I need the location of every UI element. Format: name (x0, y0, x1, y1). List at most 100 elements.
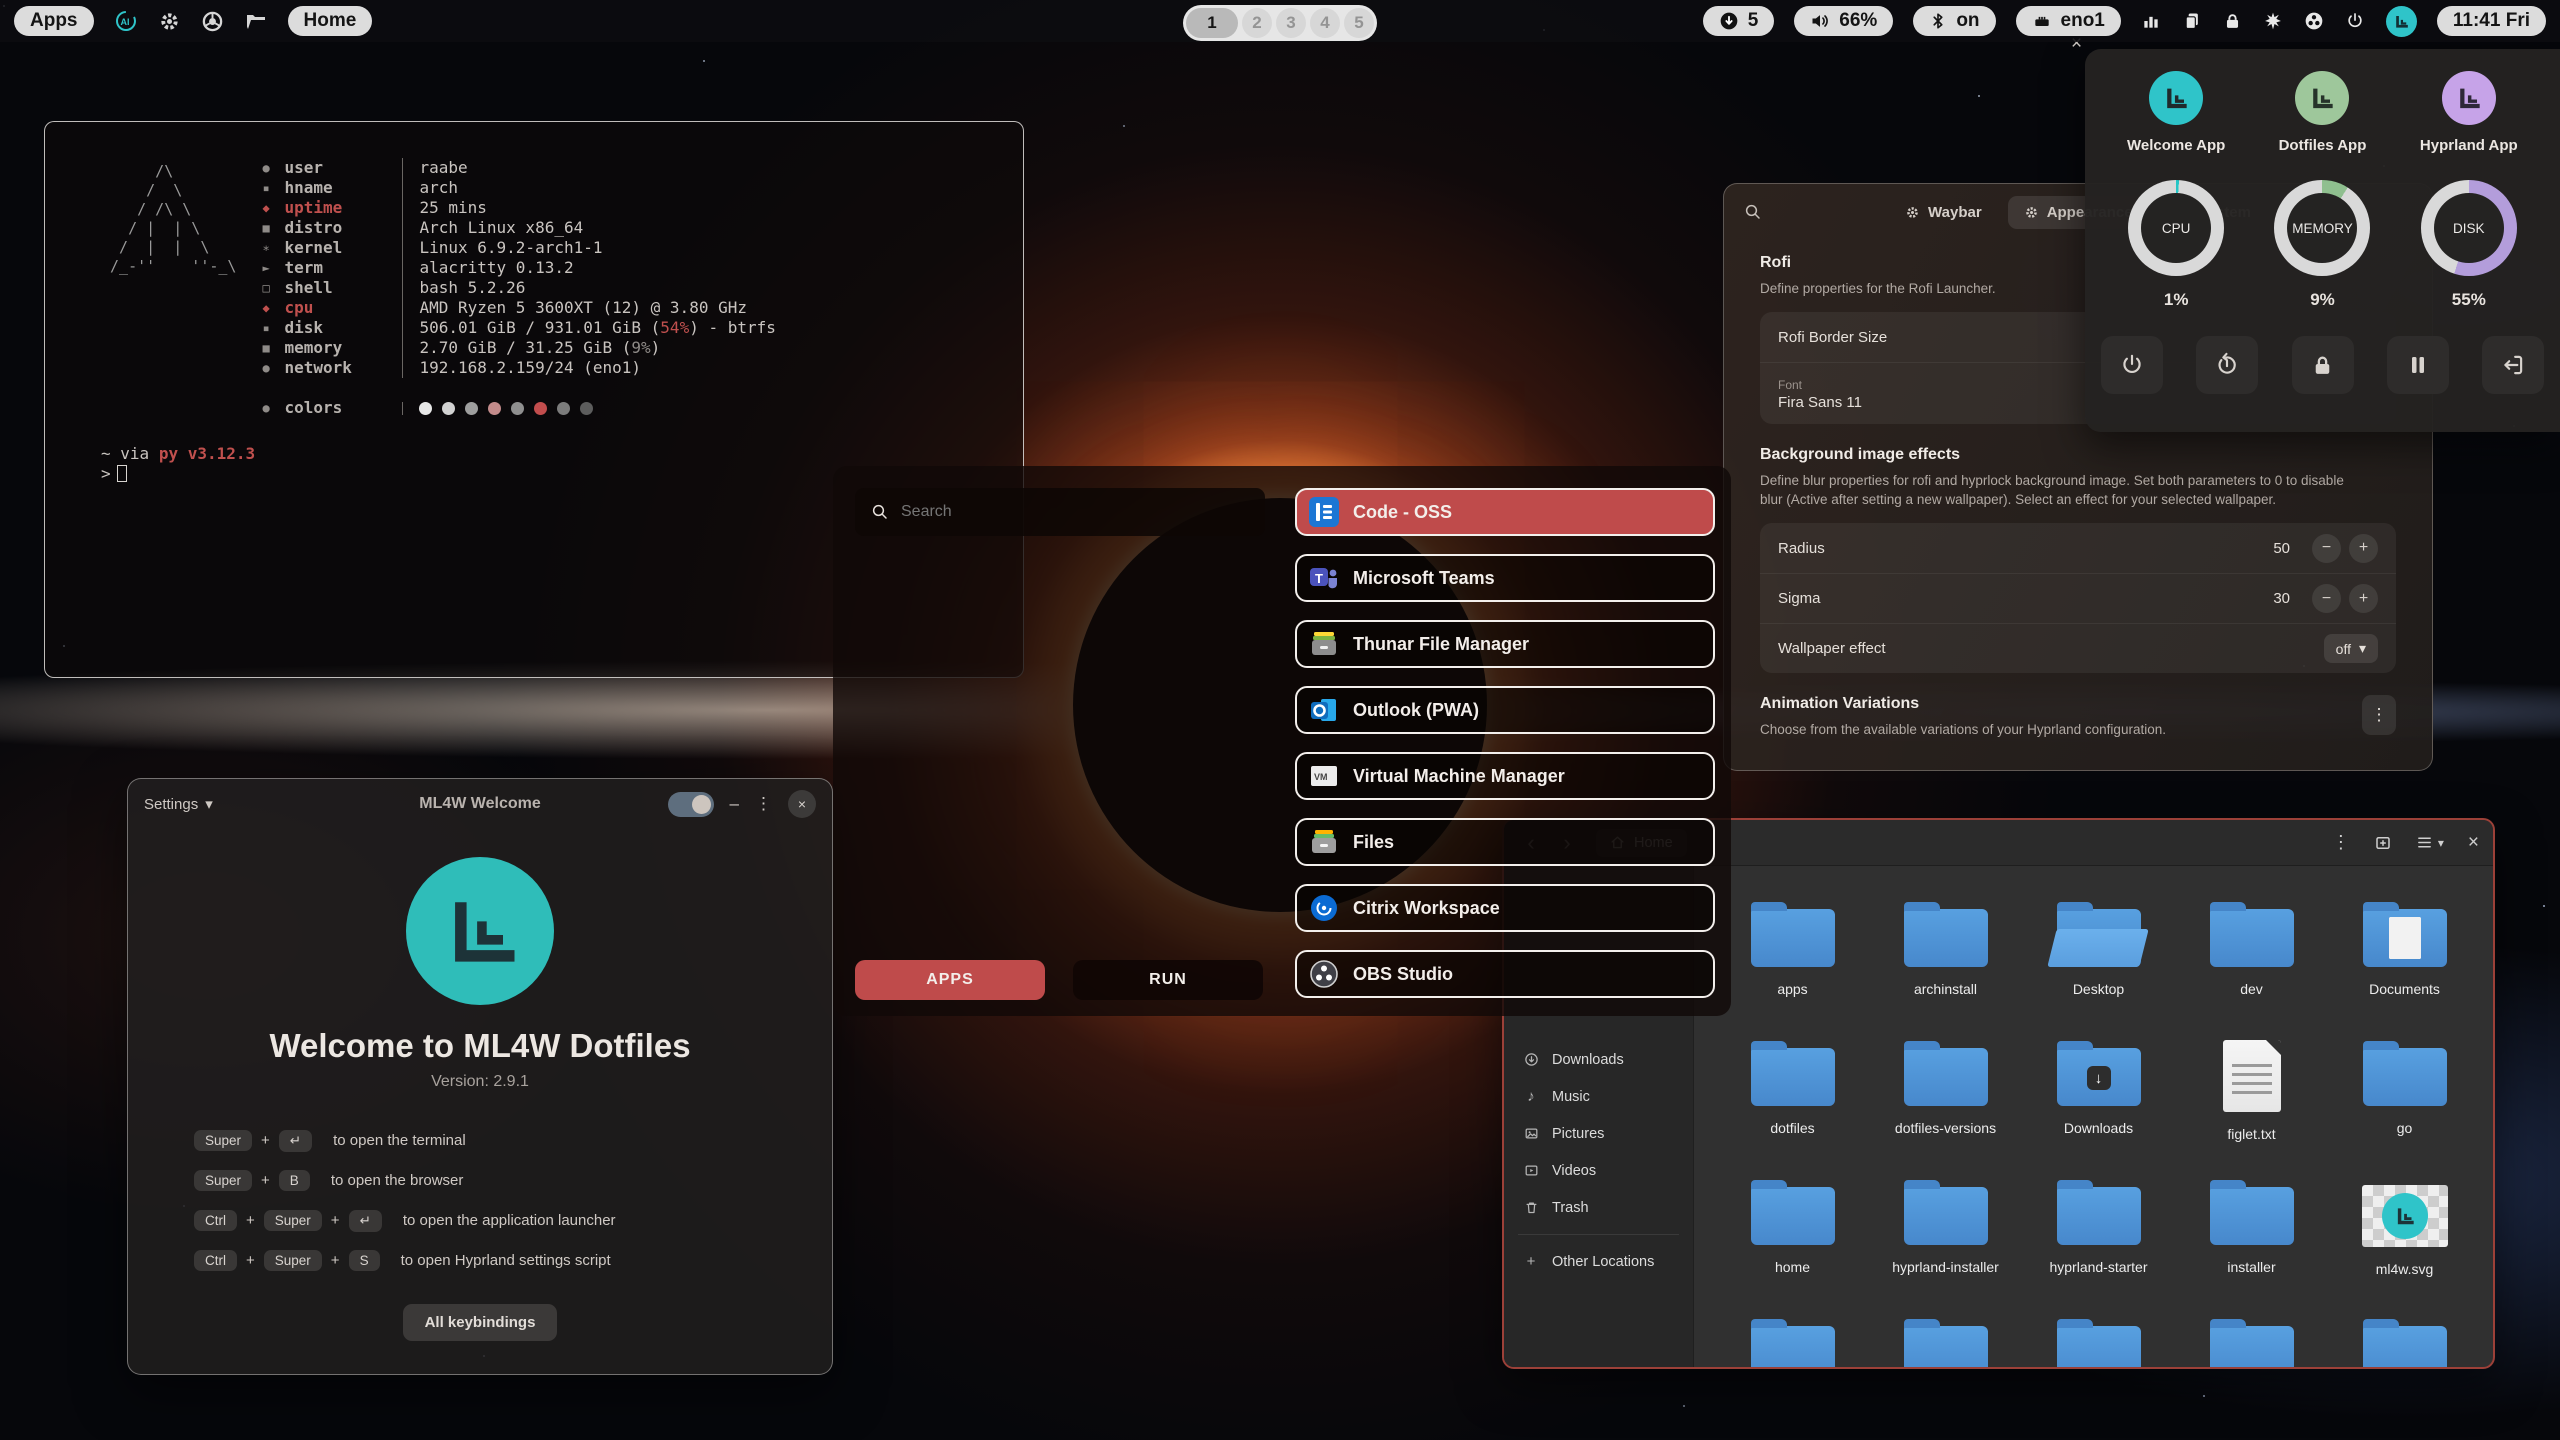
menu-dots-icon[interactable]: ⋮ (2332, 832, 2350, 853)
fetch-row-term: ► term alacritty 0.13.2 (262, 258, 775, 278)
app-item-citrix[interactable]: Citrix Workspace (1295, 884, 1715, 932)
file-item-figlet[interactable]: figlet.txt (2182, 1038, 2322, 1177)
folder-icon (1904, 1187, 1988, 1245)
app-item-virt-manager[interactable]: VM Virtual Machine Manager (1295, 752, 1715, 800)
sigma-increment-button[interactable]: + (2349, 584, 2378, 613)
return-key-icon: ↵ (349, 1210, 382, 1232)
palette-icon: ● (262, 398, 284, 418)
updates-pill[interactable]: 5 (1703, 6, 1775, 36)
apps-button[interactable]: Apps (14, 6, 94, 36)
folder-icon[interactable] (244, 9, 268, 33)
file-item-go[interactable]: go (2335, 1038, 2475, 1177)
view-toggle[interactable]: ▾ (2416, 834, 2444, 851)
workspace-3[interactable]: 3 (1276, 8, 1306, 38)
file-item-desktop[interactable]: Desktop (2029, 899, 2169, 1038)
folder-icon (1904, 1326, 1988, 1369)
network-pill[interactable]: eno1 (2016, 6, 2121, 36)
radius-decrement-button[interactable]: − (2312, 534, 2341, 563)
logout-button[interactable] (2482, 336, 2544, 394)
stats-icon[interactable] (2141, 11, 2161, 31)
tab-waybar[interactable]: Waybar (1889, 196, 1998, 229)
file-item-archinstall[interactable]: archinstall (1876, 899, 2016, 1038)
file-item-apps[interactable]: apps (1723, 899, 1863, 1038)
sidebar-item-videos[interactable]: Videos (1512, 1152, 1685, 1189)
app-item-obs[interactable]: OBS Studio (1295, 950, 1715, 998)
app-item-code-oss[interactable]: Code - OSS (1295, 488, 1715, 536)
workspace-5[interactable]: 5 (1344, 8, 1374, 38)
sidebar-item-music[interactable]: ♪ Music (1512, 1078, 1685, 1115)
run-mode-button[interactable]: RUN (1073, 960, 1263, 1000)
folder-icon (2210, 1187, 2294, 1245)
clock-pill[interactable]: 11:41 Fri (2437, 6, 2546, 36)
app-item-thunar[interactable]: Thunar File Manager (1295, 620, 1715, 668)
workspace-2[interactable]: 2 (1242, 8, 1272, 38)
disk-icon: ▪ (262, 318, 284, 338)
animation-menu-button[interactable]: ⋮ (2362, 695, 2396, 735)
close-icon[interactable]: × (2468, 832, 2479, 854)
shutdown-button[interactable] (2101, 336, 2163, 394)
updates-count: 5 (1748, 10, 1759, 32)
text-file-icon (2223, 1040, 2281, 1112)
file-item-dev[interactable]: dev (2182, 899, 2322, 1038)
lock-button[interactable] (2292, 336, 2354, 394)
file-item-documents[interactable]: Documents (2335, 899, 2475, 1038)
sigma-decrement-button[interactable]: − (2312, 584, 2341, 613)
power-icon[interactable] (2345, 11, 2365, 31)
minimize-icon[interactable]: – (730, 794, 739, 814)
file-item-hyprland-starter[interactable]: hyprland-starter (2029, 1177, 2169, 1316)
sidebar-item-pictures[interactable]: Pictures (1512, 1115, 1685, 1152)
teams-icon: T (1309, 563, 1339, 593)
file-item-ml4w-svg[interactable]: ml4w.svg (2335, 1177, 2475, 1316)
workspace-1[interactable]: 1 (1186, 8, 1238, 38)
wallpaper-effect-dropdown[interactable]: off ▾ (2324, 634, 2378, 663)
apps-mode-button[interactable]: APPS (855, 960, 1045, 1000)
radius-increment-button[interactable]: + (2349, 534, 2378, 563)
rofi-search-field[interactable] (855, 488, 1265, 536)
file-item-installer[interactable]: installer (2182, 1177, 2322, 1316)
hyprland-app-shortcut[interactable]: Hyprland App (2396, 71, 2542, 154)
hyprland-star-icon[interactable] (2263, 11, 2283, 31)
obs-icon[interactable] (2304, 11, 2324, 31)
chrome-icon[interactable] (201, 10, 224, 33)
workspace-4[interactable]: 4 (1310, 8, 1340, 38)
file-item-partial[interactable] (1876, 1316, 2016, 1369)
sidebar-item-other-locations[interactable]: + Other Locations (1512, 1243, 1685, 1280)
app-item-files[interactable]: Files (1295, 818, 1715, 866)
lock-icon[interactable] (2223, 12, 2242, 31)
file-item-downloads[interactable]: ↓ Downloads (2029, 1038, 2169, 1177)
file-item-dotfiles[interactable]: dotfiles (1723, 1038, 1863, 1177)
file-item-hyprland-installer[interactable]: hyprland-installer (1876, 1177, 2016, 1316)
suspend-button[interactable] (2387, 336, 2449, 394)
menu-dots-icon[interactable]: ⋮ (755, 794, 772, 814)
file-item-partial[interactable] (2182, 1316, 2322, 1369)
file-item-partial[interactable] (1723, 1316, 1863, 1369)
ml4w-welcome-window: Settings ▾ ML4W Welcome – ⋮ × Welcome to… (127, 778, 833, 1375)
gear-icon[interactable] (158, 10, 181, 33)
disk-gauge: DISK 55% (2396, 180, 2542, 310)
new-tab-icon[interactable] (2374, 834, 2392, 852)
sigma-value: 30 (2273, 590, 2290, 607)
home-button[interactable]: Home (288, 6, 373, 36)
search-input[interactable] (901, 503, 1249, 521)
sidebar-item-trash[interactable]: Trash (1512, 1189, 1685, 1226)
ai-icon[interactable]: AI (114, 9, 138, 33)
all-keybindings-button[interactable]: All keybindings (403, 1304, 558, 1341)
dotfiles-app-shortcut[interactable]: Dotfiles App (2249, 71, 2395, 154)
volume-pill[interactable]: 66% (1794, 6, 1893, 36)
file-item-partial[interactable] (2029, 1316, 2169, 1369)
file-item-dotfiles-versions[interactable]: dotfiles-versions (1876, 1038, 2016, 1177)
autostart-toggle[interactable] (668, 792, 714, 817)
file-item-home[interactable]: home (1723, 1177, 1863, 1316)
bluetooth-pill[interactable]: on (1913, 6, 1995, 36)
app-item-outlook[interactable]: Outlook (PWA) (1295, 686, 1715, 734)
clipboard-icon[interactable] (2182, 11, 2202, 31)
welcome-app-shortcut[interactable]: Welcome App (2103, 71, 2249, 154)
close-icon[interactable]: × (788, 790, 816, 818)
ml4w-logo-icon[interactable] (2386, 6, 2417, 37)
sidebar-item-downloads[interactable]: Downloads (1512, 1041, 1685, 1078)
file-item-partial[interactable] (2335, 1316, 2475, 1369)
settings-menu-button[interactable]: Settings ▾ (144, 795, 213, 813)
app-item-teams[interactable]: T Microsoft Teams (1295, 554, 1715, 602)
reboot-button[interactable] (2196, 336, 2258, 394)
search-icon (871, 503, 889, 521)
